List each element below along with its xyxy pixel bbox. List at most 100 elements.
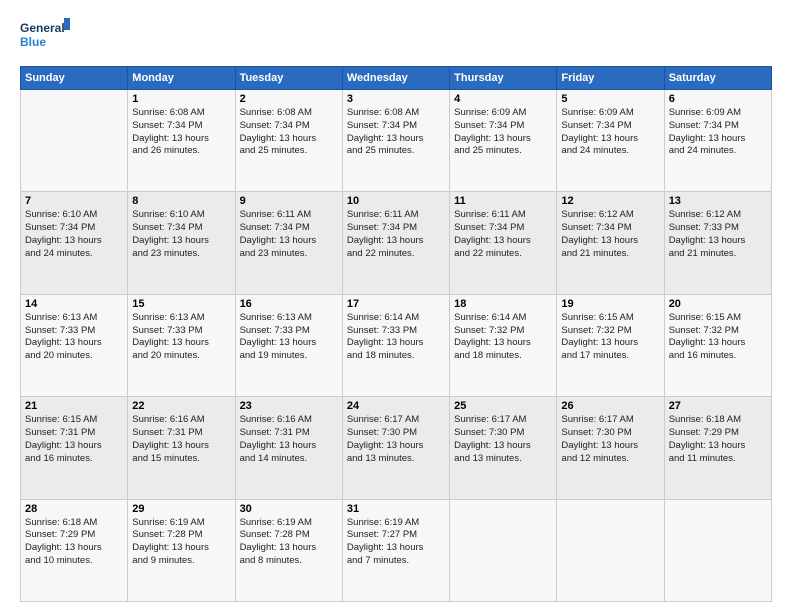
day-number: 21 — [25, 400, 123, 412]
calendar-cell — [557, 499, 664, 601]
day-info: Sunrise: 6:15 AMSunset: 7:31 PMDaylight:… — [25, 414, 123, 465]
day-info: Sunrise: 6:08 AMSunset: 7:34 PMDaylight:… — [240, 107, 338, 158]
generalblue-logo-icon: General Blue — [20, 16, 70, 56]
day-info: Sunrise: 6:17 AMSunset: 7:30 PMDaylight:… — [561, 414, 659, 465]
calendar-cell: 30 Sunrise: 6:19 AMSunset: 7:28 PMDayligh… — [235, 499, 342, 601]
day-number: 23 — [240, 400, 338, 412]
calendar-cell — [21, 90, 128, 192]
calendar-cell: 18 Sunrise: 6:14 AMSunset: 7:32 PMDayligh… — [450, 294, 557, 396]
day-info: Sunrise: 6:19 AMSunset: 7:27 PMDaylight:… — [347, 517, 445, 568]
weekday-wednesday: Wednesday — [342, 67, 449, 90]
calendar-cell: 15 Sunrise: 6:13 AMSunset: 7:33 PMDayligh… — [128, 294, 235, 396]
day-number: 8 — [132, 195, 230, 207]
calendar-cell: 28Sunrise: 6:18 AMSunset: 7:29 PMDayligh… — [21, 499, 128, 601]
day-number: 6 — [669, 93, 767, 105]
day-number: 24 — [347, 400, 445, 412]
day-number: 3 — [347, 93, 445, 105]
calendar-cell: 19 Sunrise: 6:15 AMSunset: 7:32 PMDayligh… — [557, 294, 664, 396]
day-number: 14 — [25, 298, 123, 310]
day-info: Sunrise: 6:14 AMSunset: 7:32 PMDaylight:… — [454, 312, 552, 363]
logo: General Blue — [20, 16, 70, 56]
weekday-saturday: Saturday — [664, 67, 771, 90]
calendar-cell: 13Sunrise: 6:12 AMSunset: 7:33 PMDayligh… — [664, 192, 771, 294]
day-info: Sunrise: 6:11 AMSunset: 7:34 PMDaylight:… — [347, 209, 445, 260]
day-info: Sunrise: 6:13 AMSunset: 7:33 PMDaylight:… — [240, 312, 338, 363]
day-info: Sunrise: 6:11 AMSunset: 7:34 PMDaylight:… — [454, 209, 552, 260]
calendar-cell: 16 Sunrise: 6:13 AMSunset: 7:33 PMDayligh… — [235, 294, 342, 396]
day-info: Sunrise: 6:10 AMSunset: 7:34 PMDaylight:… — [25, 209, 123, 260]
calendar-header: SundayMondayTuesdayWednesdayThursdayFrid… — [21, 67, 772, 90]
day-info: Sunrise: 6:14 AMSunset: 7:33 PMDaylight:… — [347, 312, 445, 363]
day-info: Sunrise: 6:16 AMSunset: 7:31 PMDaylight:… — [132, 414, 230, 465]
week-row-5: 28Sunrise: 6:18 AMSunset: 7:29 PMDayligh… — [21, 499, 772, 601]
day-number: 26 — [561, 400, 659, 412]
day-number: 10 — [347, 195, 445, 207]
day-info: Sunrise: 6:12 AMSunset: 7:34 PMDaylight:… — [561, 209, 659, 260]
day-info: Sunrise: 6:18 AMSunset: 7:29 PMDaylight:… — [669, 414, 767, 465]
day-number: 28 — [25, 503, 123, 515]
day-info: Sunrise: 6:13 AMSunset: 7:33 PMDaylight:… — [25, 312, 123, 363]
calendar-cell: 10 Sunrise: 6:11 AMSunset: 7:34 PMDayligh… — [342, 192, 449, 294]
calendar-cell: 12Sunrise: 6:12 AMSunset: 7:34 PMDayligh… — [557, 192, 664, 294]
calendar-cell: 9 Sunrise: 6:11 AMSunset: 7:34 PMDaylight… — [235, 192, 342, 294]
calendar-cell: 26 Sunrise: 6:17 AMSunset: 7:30 PMDayligh… — [557, 397, 664, 499]
page: General Blue SundayMondayTuesdayWednesda… — [0, 0, 792, 612]
day-info: Sunrise: 6:08 AMSunset: 7:34 PMDaylight:… — [347, 107, 445, 158]
weekday-thursday: Thursday — [450, 67, 557, 90]
day-number: 2 — [240, 93, 338, 105]
day-number: 5 — [561, 93, 659, 105]
day-number: 22 — [132, 400, 230, 412]
calendar-cell: 25Sunrise: 6:17 AMSunset: 7:30 PMDayligh… — [450, 397, 557, 499]
day-number: 16 — [240, 298, 338, 310]
day-number: 15 — [132, 298, 230, 310]
day-number: 19 — [561, 298, 659, 310]
calendar-cell: 31Sunrise: 6:19 AMSunset: 7:27 PMDayligh… — [342, 499, 449, 601]
day-info: Sunrise: 6:16 AMSunset: 7:31 PMDaylight:… — [240, 414, 338, 465]
day-number: 30 — [240, 503, 338, 515]
day-number: 9 — [240, 195, 338, 207]
calendar-cell: 6Sunrise: 6:09 AMSunset: 7:34 PMDaylight… — [664, 90, 771, 192]
day-info: Sunrise: 6:13 AMSunset: 7:33 PMDaylight:… — [132, 312, 230, 363]
week-row-2: 7 Sunrise: 6:10 AMSunset: 7:34 PMDaylight… — [21, 192, 772, 294]
day-info: Sunrise: 6:12 AMSunset: 7:33 PMDaylight:… — [669, 209, 767, 260]
day-number: 27 — [669, 400, 767, 412]
day-info: Sunrise: 6:15 AMSunset: 7:32 PMDaylight:… — [561, 312, 659, 363]
day-number: 7 — [25, 195, 123, 207]
calendar-cell: 8 Sunrise: 6:10 AMSunset: 7:34 PMDaylight… — [128, 192, 235, 294]
day-info: Sunrise: 6:19 AMSunset: 7:28 PMDaylight:… — [240, 517, 338, 568]
weekday-tuesday: Tuesday — [235, 67, 342, 90]
week-row-3: 14 Sunrise: 6:13 AMSunset: 7:33 PMDayligh… — [21, 294, 772, 396]
day-info: Sunrise: 6:11 AMSunset: 7:34 PMDaylight:… — [240, 209, 338, 260]
calendar-cell: 21 Sunrise: 6:15 AMSunset: 7:31 PMDayligh… — [21, 397, 128, 499]
calendar-cell: 3 Sunrise: 6:08 AMSunset: 7:34 PMDaylight… — [342, 90, 449, 192]
calendar-cell: 14 Sunrise: 6:13 AMSunset: 7:33 PMDayligh… — [21, 294, 128, 396]
calendar-body: 1 Sunrise: 6:08 AMSunset: 7:34 PMDaylight… — [21, 90, 772, 602]
calendar-cell: 17 Sunrise: 6:14 AMSunset: 7:33 PMDayligh… — [342, 294, 449, 396]
calendar-cell: 23 Sunrise: 6:16 AMSunset: 7:31 PMDayligh… — [235, 397, 342, 499]
calendar-cell: 5Sunrise: 6:09 AMSunset: 7:34 PMDaylight… — [557, 90, 664, 192]
day-number: 11 — [454, 195, 552, 207]
svg-text:Blue: Blue — [20, 35, 46, 49]
calendar-table: SundayMondayTuesdayWednesdayThursdayFrid… — [20, 66, 772, 602]
day-number: 4 — [454, 93, 552, 105]
calendar-cell: 20Sunrise: 6:15 AMSunset: 7:32 PMDayligh… — [664, 294, 771, 396]
weekday-sunday: Sunday — [21, 67, 128, 90]
day-info: Sunrise: 6:19 AMSunset: 7:28 PMDaylight:… — [132, 517, 230, 568]
calendar-cell: 7 Sunrise: 6:10 AMSunset: 7:34 PMDaylight… — [21, 192, 128, 294]
calendar-cell — [664, 499, 771, 601]
calendar-cell: 4 Sunrise: 6:09 AMSunset: 7:34 PMDaylight… — [450, 90, 557, 192]
day-info: Sunrise: 6:15 AMSunset: 7:32 PMDaylight:… — [669, 312, 767, 363]
calendar-cell: 27 Sunrise: 6:18 AMSunset: 7:29 PMDayligh… — [664, 397, 771, 499]
week-row-1: 1 Sunrise: 6:08 AMSunset: 7:34 PMDaylight… — [21, 90, 772, 192]
day-info: Sunrise: 6:10 AMSunset: 7:34 PMDaylight:… — [132, 209, 230, 260]
day-number: 17 — [347, 298, 445, 310]
calendar-cell: 24 Sunrise: 6:17 AMSunset: 7:30 PMDayligh… — [342, 397, 449, 499]
calendar-cell: 29Sunrise: 6:19 AMSunset: 7:28 PMDayligh… — [128, 499, 235, 601]
day-number: 1 — [132, 93, 230, 105]
header: General Blue — [20, 16, 772, 56]
day-number: 18 — [454, 298, 552, 310]
day-info: Sunrise: 6:09 AMSunset: 7:34 PMDaylight:… — [454, 107, 552, 158]
calendar-cell: 22 Sunrise: 6:16 AMSunset: 7:31 PMDayligh… — [128, 397, 235, 499]
day-info: Sunrise: 6:17 AMSunset: 7:30 PMDaylight:… — [347, 414, 445, 465]
weekday-header-row: SundayMondayTuesdayWednesdayThursdayFrid… — [21, 67, 772, 90]
